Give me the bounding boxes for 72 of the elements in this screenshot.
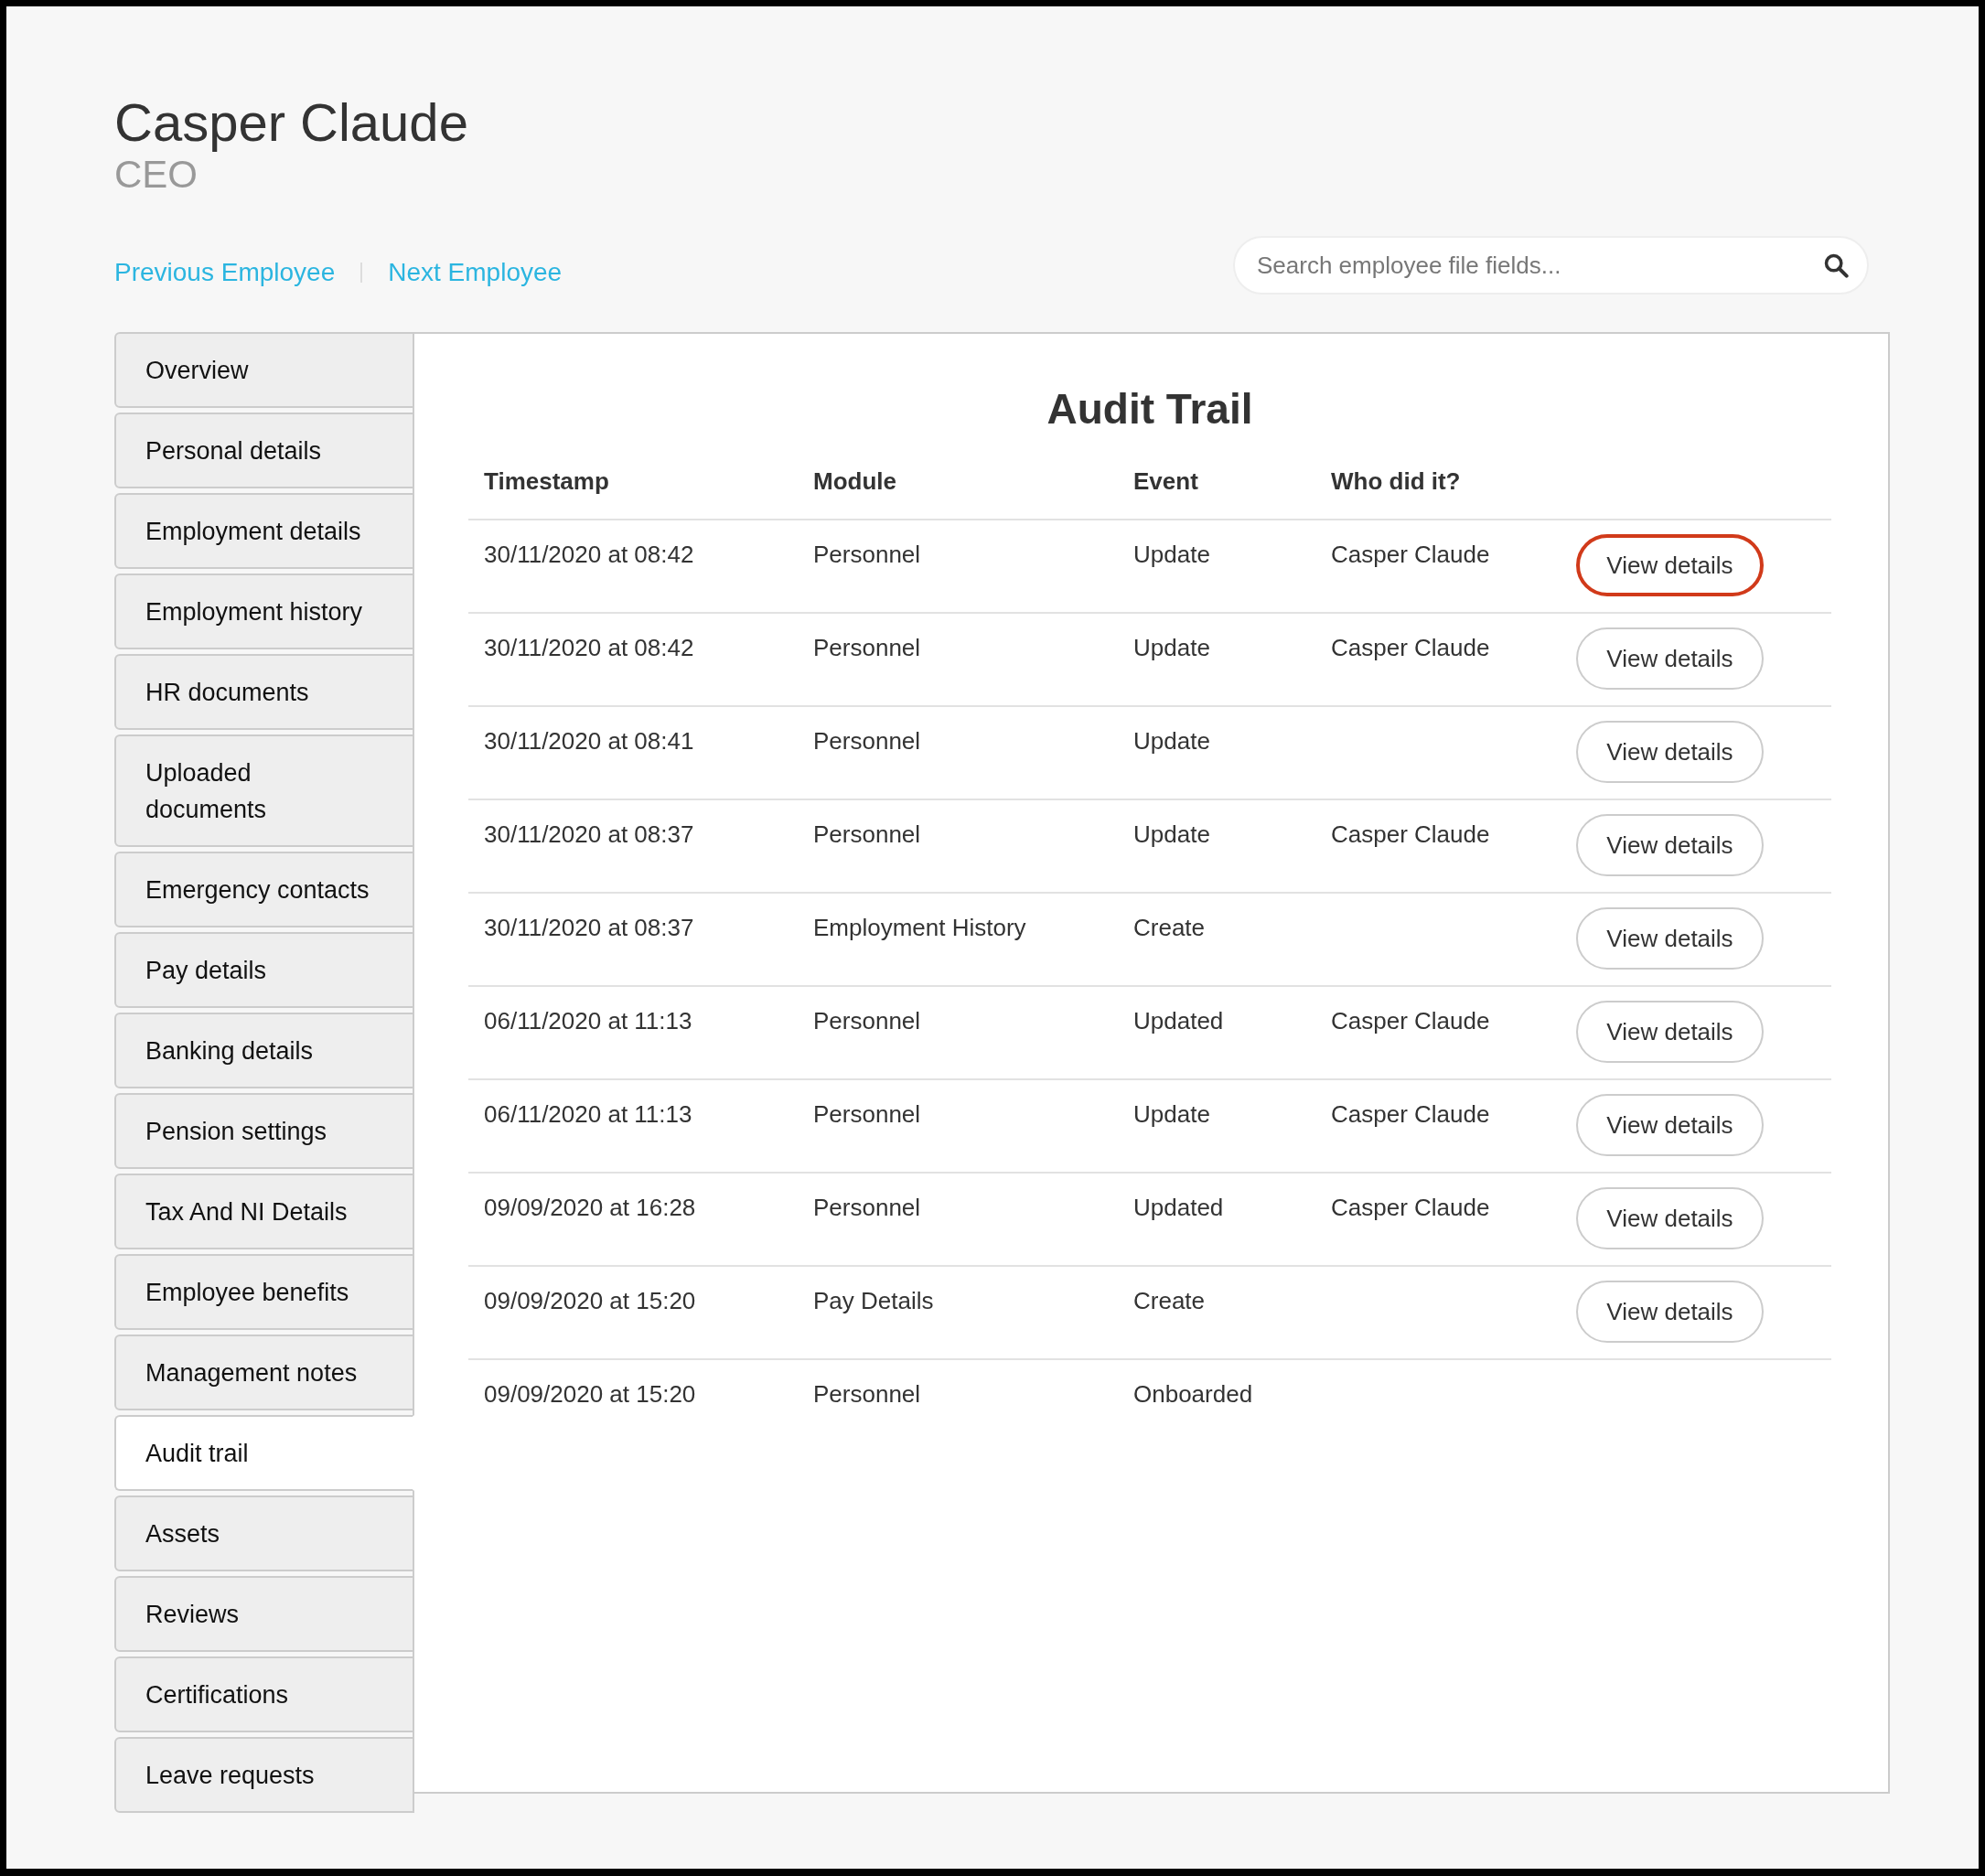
view-details-button[interactable]: View details <box>1576 627 1764 690</box>
sidebar-item[interactable]: Audit trail <box>114 1415 414 1491</box>
table-cell-text: Casper Claude <box>1331 540 1491 570</box>
table-cell-text: Personnel <box>813 1379 922 1410</box>
employee-name: Casper Claude <box>114 92 469 153</box>
table-cell-text: Pay Details <box>813 1286 935 1316</box>
view-details-button[interactable]: View details <box>1576 534 1764 596</box>
table-cell-text: 30/11/2020 at 08:41 <box>484 726 695 756</box>
table-cell-text: 30/11/2020 at 08:42 <box>484 633 695 663</box>
table-cell-text: Onboarded <box>1133 1379 1254 1410</box>
table-cell-text: Update <box>1133 1099 1211 1130</box>
sidebar-item[interactable]: Emergency contacts <box>114 852 414 927</box>
table-cell-text: Casper Claude <box>1331 1006 1491 1036</box>
table-cell-text: Personnel <box>813 633 922 663</box>
table-cell-text: Casper Claude <box>1331 633 1491 663</box>
search-field[interactable]: Search employee file fields... <box>1233 236 1869 295</box>
table-cell-text: Personnel <box>813 1193 922 1223</box>
table-cell-text: Personnel <box>813 540 922 570</box>
column-header: Timestamp <box>484 467 610 497</box>
table-cell-text: 30/11/2020 at 08:37 <box>484 913 695 943</box>
sidebar-item[interactable]: Employee benefits <box>114 1254 414 1330</box>
sidebar-item[interactable]: Uploaded documents <box>114 734 414 847</box>
table-cell-text: Personnel <box>813 820 922 850</box>
table-cell-text: Casper Claude <box>1331 820 1491 850</box>
table-cell-text: 06/11/2020 at 11:13 <box>484 1006 693 1036</box>
table-cell-text: Update <box>1133 726 1211 756</box>
table-cell-text: 09/09/2020 at 16:28 <box>484 1193 697 1223</box>
sidebar-item[interactable]: Employment history <box>114 574 414 649</box>
table-cell-text: Employment History <box>813 913 1027 943</box>
view-details-button[interactable]: View details <box>1576 1001 1764 1063</box>
table-cell-text: Updated <box>1133 1006 1225 1036</box>
table-cell-text: 06/11/2020 at 11:13 <box>484 1099 693 1130</box>
search-icon[interactable] <box>1823 252 1849 278</box>
table-cell-text: Personnel <box>813 1099 922 1130</box>
table-cell-text: Update <box>1133 633 1211 663</box>
sidebar-item[interactable]: Tax And NI Details <box>114 1174 414 1249</box>
sidebar-item[interactable]: Employment details <box>114 493 414 569</box>
view-details-button[interactable]: View details <box>1576 1187 1764 1249</box>
sidebar-item[interactable]: Pay details <box>114 932 414 1008</box>
table-cell-text: 09/09/2020 at 15:20 <box>484 1379 697 1410</box>
table-cell-text: Personnel <box>813 726 922 756</box>
table-cell-text: Update <box>1133 540 1211 570</box>
table-cell-text: Casper Claude <box>1331 1099 1491 1130</box>
sidebar-item[interactable]: Pension settings <box>114 1093 414 1169</box>
view-details-button[interactable]: View details <box>1576 721 1764 783</box>
view-details-button[interactable]: View details <box>1576 907 1764 970</box>
view-details-button[interactable]: View details <box>1576 814 1764 876</box>
table-cell-text: Create <box>1133 1286 1207 1316</box>
column-header: Event <box>1133 467 1199 497</box>
table-cell-text: 30/11/2020 at 08:37 <box>484 820 695 850</box>
table-cell-text: Casper Claude <box>1331 1193 1491 1223</box>
column-header: Who did it? <box>1331 467 1462 497</box>
table-cell-text: Updated <box>1133 1193 1225 1223</box>
view-details-button[interactable]: View details <box>1576 1094 1764 1156</box>
sidebar-item[interactable]: Banking details <box>114 1013 414 1088</box>
sidebar-item[interactable]: Reviews <box>114 1576 414 1652</box>
table-cell-text: 30/11/2020 at 08:42 <box>484 540 695 570</box>
sidebar-item[interactable]: Assets <box>114 1495 414 1571</box>
employee-role: CEO <box>114 153 198 197</box>
column-header: Module <box>813 467 897 497</box>
section-title: Audit Trail <box>1046 384 1254 434</box>
view-details-button[interactable]: View details <box>1576 1281 1764 1343</box>
table-cell-text: 09/09/2020 at 15:20 <box>484 1286 697 1316</box>
table-cell-text: Update <box>1133 820 1211 850</box>
sidebar-item[interactable]: Overview <box>114 332 414 408</box>
sidebar-item[interactable]: HR documents <box>114 654 414 730</box>
table-cell-text: Create <box>1133 913 1207 943</box>
sidebar-item[interactable]: Leave requests <box>114 1737 414 1813</box>
sidebar-item[interactable]: Personal details <box>114 413 414 488</box>
sidebar-item[interactable]: Certifications <box>114 1656 414 1732</box>
sidebar-item[interactable]: Management notes <box>114 1335 414 1410</box>
table-cell-text: Personnel <box>813 1006 922 1036</box>
